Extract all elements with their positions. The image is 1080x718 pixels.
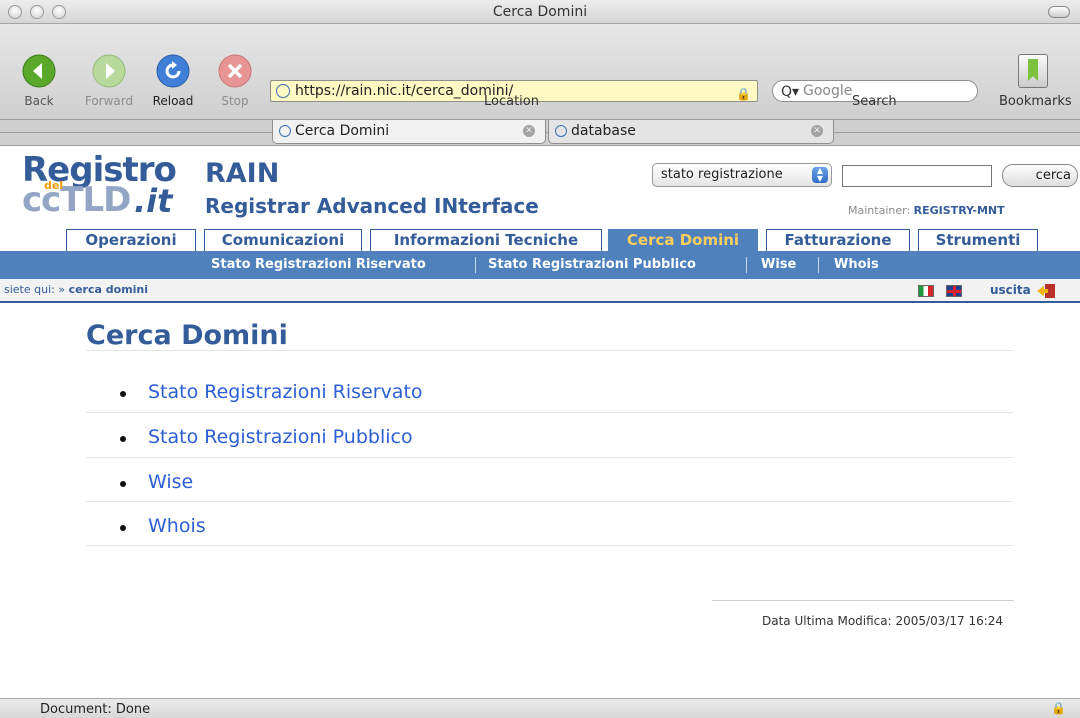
breadcrumb-prefix: siete qui: » (4, 283, 66, 296)
page-title: Cerca Domini (86, 320, 288, 351)
tab-comunicazioni[interactable]: Comunicazioni (204, 229, 362, 251)
link-stato-pubblico[interactable]: Stato Registrazioni Pubblico (148, 426, 413, 448)
forward-arrow-icon (92, 54, 126, 88)
footer-divider (712, 600, 1014, 601)
registro-logo[interactable]: Registro ccTLD del .it (22, 150, 192, 220)
reload-button[interactable] (156, 54, 190, 88)
search-type-select[interactable]: stato registrazione ▲ ▼ (652, 163, 832, 187)
list-item: Wise (86, 471, 1013, 515)
domain-search-input[interactable] (842, 165, 992, 187)
breadcrumb: siete qui: » cerca domini uscita (0, 279, 1080, 303)
link-stato-riservato[interactable]: Stato Registrazioni Riservato (148, 381, 423, 403)
secure-lock-icon: 🔒 (736, 87, 751, 101)
search-label: Search (852, 94, 897, 109)
browser-tab-label: database (571, 123, 636, 139)
list-item: Whois (86, 515, 1013, 559)
subnav-whois[interactable]: Whois (834, 257, 879, 272)
search-engine-icon: Q▾ (781, 84, 800, 100)
tab-close-icon[interactable]: ✕ (811, 125, 823, 137)
browser-tab-database[interactable]: database ✕ (548, 120, 834, 144)
cerca-button[interactable]: cerca (1002, 164, 1078, 187)
link-wise[interactable]: Wise (148, 471, 193, 493)
bullet-icon (120, 481, 126, 487)
bullet-icon (120, 525, 126, 531)
browser-toolbar: Back Forward Reload Stop https://rain.ni… (0, 24, 1080, 120)
english-flag-icon[interactable] (946, 285, 962, 297)
sub-navigation: Stato Registrazioni Riservato Stato Regi… (0, 251, 1080, 279)
tab-close-icon[interactable]: ✕ (523, 125, 535, 137)
main-tabs: Operazioni Comunicazioni Informazioni Te… (0, 229, 1080, 251)
status-text: Document: Done (40, 702, 151, 717)
search-placeholder: Google (803, 83, 853, 99)
tab-strumenti[interactable]: Strumenti (918, 229, 1038, 251)
subnav-stato-riservato[interactable]: Stato Registrazioni Riservato (211, 257, 426, 272)
back-label: Back (24, 94, 54, 108)
site-subtitle: Registrar Advanced INterface (205, 194, 539, 218)
forward-button[interactable] (92, 54, 126, 88)
browser-tab-label: Cerca Domini (295, 123, 390, 139)
status-bar: Document: Done 🔒 (0, 698, 1080, 718)
tab-operazioni[interactable]: Operazioni (66, 229, 196, 251)
tab-globe-icon (279, 125, 291, 137)
tab-fatturazione[interactable]: Fatturazione (766, 229, 910, 251)
back-button[interactable] (22, 54, 56, 88)
toolbar-toggle-button[interactable] (1048, 6, 1070, 18)
site-globe-icon (276, 84, 290, 98)
browser-tab-cerca-domini[interactable]: Cerca Domini ✕ (272, 120, 546, 144)
subnav-stato-pubblico[interactable]: Stato Registrazioni Pubblico (488, 257, 696, 272)
forward-label: Forward (84, 94, 134, 108)
tab-informazioni-tecniche[interactable]: Informazioni Tecniche (370, 229, 602, 251)
bookmark-icon (1028, 59, 1038, 81)
site-title: RAIN (205, 158, 280, 189)
breadcrumb-current[interactable]: cerca domini (69, 283, 148, 296)
back-arrow-icon (22, 54, 56, 88)
location-label: Location (484, 94, 539, 109)
location-url: https://rain.nic.it/cerca_domini/ (295, 83, 514, 99)
logout-door-icon[interactable] (1036, 284, 1056, 298)
tab-cerca-domini[interactable]: Cerca Domini (608, 229, 758, 251)
bullet-icon (120, 391, 126, 397)
subnav-wise[interactable]: Wise (761, 257, 796, 272)
list-item: Stato Registrazioni Riservato (86, 381, 1013, 425)
last-modified: Data Ultima Modifica: 2005/03/17 16:24 (762, 614, 1004, 628)
maintainer-info: Maintainer: REGISTRY-MNT (848, 204, 1005, 217)
link-whois[interactable]: Whois (148, 515, 206, 537)
stop-button[interactable] (218, 54, 252, 88)
tab-globe-icon (555, 125, 567, 137)
stop-icon (218, 54, 252, 88)
window-titlebar: Cerca Domini (0, 0, 1080, 24)
reload-label: Reload (152, 94, 194, 108)
select-arrows-icon: ▲ ▼ (812, 167, 828, 183)
reload-icon (156, 54, 190, 88)
stop-label: Stop (221, 94, 249, 108)
logout-link[interactable]: uscita (990, 283, 1031, 297)
bookmarks-label: Bookmarks (999, 94, 1072, 109)
italian-flag-icon[interactable] (918, 285, 934, 297)
browser-tab-strip: Cerca Domini ✕ database ✕ (0, 120, 1080, 146)
list-item: Stato Registrazioni Pubblico (86, 426, 1013, 470)
bullet-icon (120, 436, 126, 442)
window-title: Cerca Domini (492, 4, 588, 20)
title-divider (86, 350, 1013, 351)
bookmarks-button[interactable] (1018, 54, 1048, 88)
status-lock-icon[interactable]: 🔒 (1051, 701, 1066, 715)
